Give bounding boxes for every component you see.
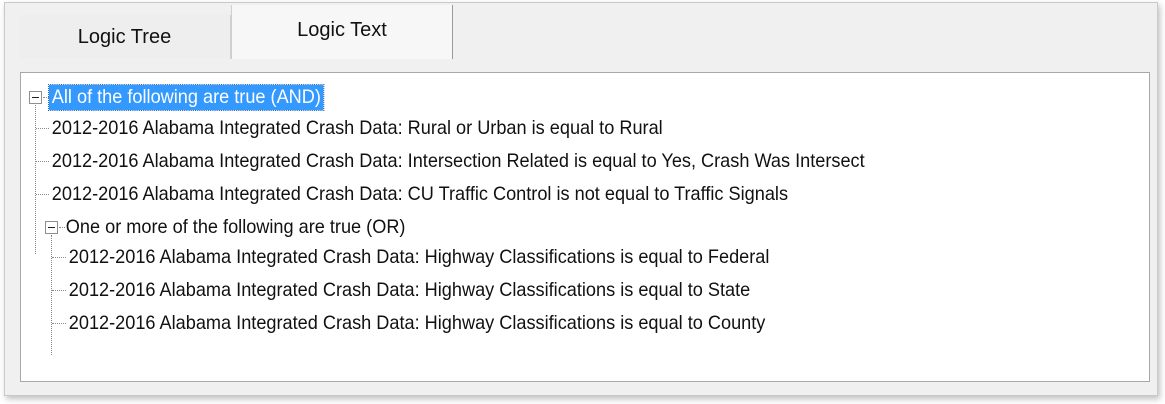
tree-node-condition[interactable]: 2012-2016 Alabama Integrated Crash Data:… <box>66 242 825 272</box>
tree-connector <box>52 323 66 324</box>
collapse-or-group-icon[interactable] <box>45 221 58 234</box>
tree-connector <box>36 128 49 129</box>
logic-tree-view[interactable]: All of the following are true (AND) 2012… <box>20 72 1150 382</box>
tree-node-condition[interactable]: 2012-2016 Alabama Integrated Crash Data:… <box>66 308 821 338</box>
tree-connector <box>52 257 66 258</box>
tree-node-label: 2012-2016 Alabama Integrated Crash Data:… <box>51 182 789 205</box>
tab-strip: Logic Tree Logic Text <box>5 3 1157 61</box>
tree-node-label: 2012-2016 Alabama Integrated Crash Data:… <box>68 245 770 268</box>
tree-node-condition[interactable]: 2012-2016 Alabama Integrated Crash Data:… <box>49 146 929 176</box>
tree-connector <box>36 194 49 195</box>
tree-node-label: 2012-2016 Alabama Integrated Crash Data:… <box>51 116 663 139</box>
tab-logic-text-label: Logic Text <box>297 19 387 41</box>
tree-node-and[interactable]: All of the following are true (AND) <box>48 82 344 112</box>
tree-node-or[interactable]: One or more of the following are true (O… <box>63 212 434 242</box>
tab-logic-tree-label: Logic Tree <box>77 25 172 48</box>
tab-logic-text[interactable]: Logic Text <box>231 5 453 59</box>
logic-window: Logic Tree Logic Text All of the followi… <box>4 2 1158 396</box>
tree-connector <box>36 161 49 162</box>
tree-node-condition[interactable]: 2012-2016 Alabama Integrated Crash Data:… <box>66 275 805 305</box>
tree-node-label: 2012-2016 Alabama Integrated Crash Data:… <box>68 278 751 301</box>
collapse-root-icon[interactable] <box>29 91 42 104</box>
tree-node-and-label: All of the following are true (AND) <box>48 83 325 111</box>
tree-connector <box>52 290 66 291</box>
tree-node-condition[interactable]: 2012-2016 Alabama Integrated Crash Data:… <box>49 113 712 143</box>
tree-node-condition[interactable]: 2012-2016 Alabama Integrated Crash Data:… <box>49 179 847 209</box>
tree-node-label: 2012-2016 Alabama Integrated Crash Data:… <box>51 149 865 172</box>
tree-node-label: 2012-2016 Alabama Integrated Crash Data:… <box>68 311 766 334</box>
tab-logic-tree[interactable]: Logic Tree <box>19 15 231 59</box>
tree-node-or-label: One or more of the following are true (O… <box>65 215 406 238</box>
tree-connector <box>51 235 52 355</box>
